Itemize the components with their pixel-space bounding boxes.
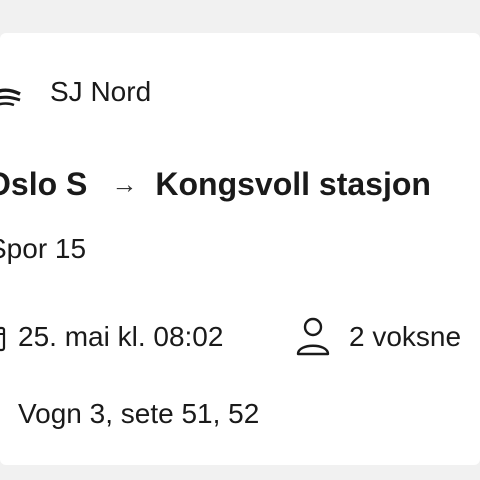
route-arrow-icon: → [111,169,138,199]
sj-nord-logo-icon [0,77,22,109]
details-row: 25. mai kl. 08:02 2 voksne [0,314,480,362]
person-icon [295,316,331,358]
route-to: Kongsvoll stasjon [155,166,431,202]
operator-name: SJ Nord [50,76,152,107]
route: Oslo S → Kongsvoll stasjon [0,162,431,206]
route-from: Oslo S [0,166,88,202]
calendar-icon [0,322,6,354]
seat-info: Vogn 3, sete 51, 52 [18,398,260,429]
departure-datetime: 25. mai kl. 08:02 [18,321,224,352]
travelers-count: 2 voksne [349,321,462,352]
ticket-card[interactable]: SJ Nord Oslo S → Kongsvoll stasjon Spor … [0,33,480,465]
track-label: Spor 15 [0,233,87,264]
